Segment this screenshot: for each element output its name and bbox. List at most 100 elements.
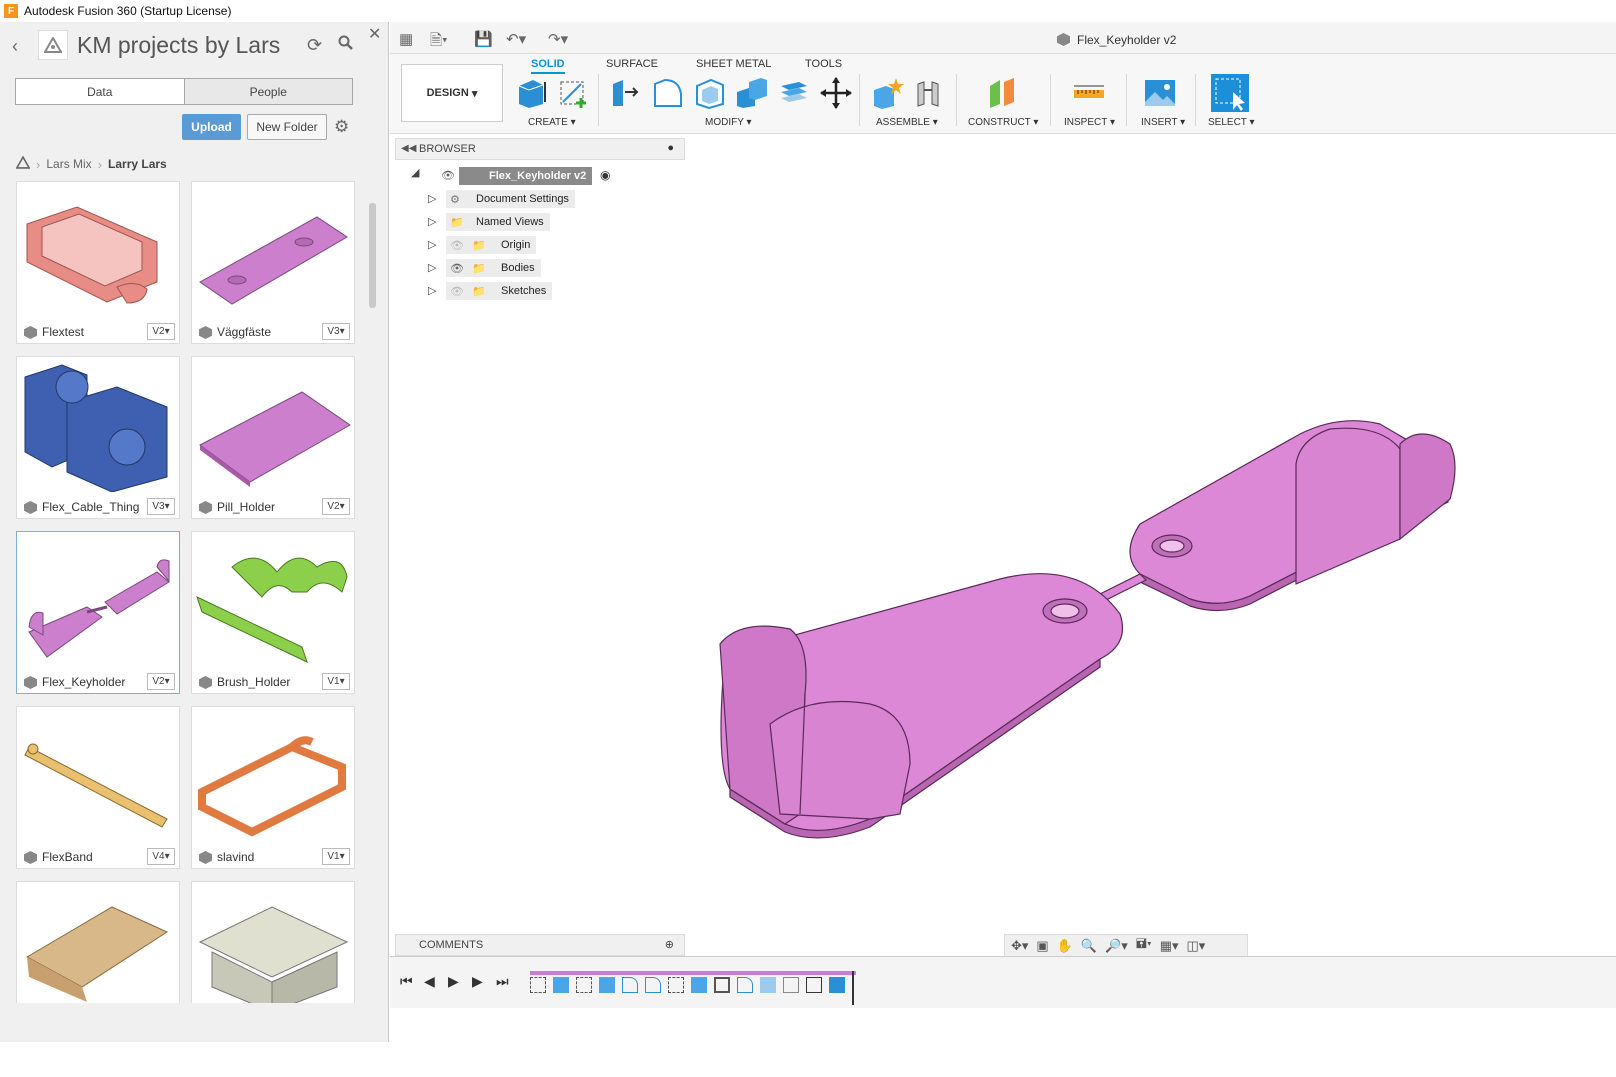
construct-group[interactable]: CONSTRUCT ▾	[968, 117, 1038, 128]
version-dropdown[interactable]: V1 ▾	[322, 848, 350, 865]
select-group[interactable]: SELECT ▾	[1208, 117, 1255, 128]
viewports-icon[interactable]: ◫▾	[1187, 938, 1206, 954]
tree-sketches[interactable]: 👁 📁 Sketches	[446, 282, 553, 300]
shell-icon[interactable]	[693, 76, 727, 110]
version-dropdown[interactable]: V1 ▾	[322, 673, 350, 690]
inspect-group[interactable]: INSPECT ▾	[1064, 117, 1115, 128]
file-card-selected[interactable]: Flex_Keyholder V2 ▾	[16, 531, 180, 694]
expand-triangle-icon[interactable]: ▷	[428, 215, 436, 228]
hidden-eye-icon[interactable]: 👁	[450, 239, 464, 252]
fillet-feature-icon[interactable]	[737, 977, 753, 993]
comments-panel[interactable]: COMMENTS ⊕	[395, 934, 685, 956]
version-dropdown[interactable]: V2 ▾	[147, 673, 175, 690]
activate-radio-icon[interactable]: ◉	[600, 168, 610, 182]
hub-home-icon[interactable]	[15, 155, 31, 172]
fillet-feature-icon[interactable]	[622, 977, 638, 993]
play-icon[interactable]: ▶	[448, 973, 459, 990]
tree-origin[interactable]: 👁 📁 Origin	[446, 236, 537, 254]
move-feature-icon[interactable]	[806, 977, 822, 993]
hub-icon[interactable]	[38, 30, 68, 60]
eye-icon[interactable]: 👁	[450, 262, 464, 275]
version-dropdown[interactable]: V2 ▾	[322, 498, 350, 515]
undo-icon[interactable]: ↶▾	[506, 30, 526, 48]
zoom-icon[interactable]: 🔍	[1081, 938, 1097, 954]
press-pull-icon[interactable]	[609, 76, 643, 110]
file-card[interactable]: slavind V1 ▾	[191, 706, 355, 869]
version-dropdown[interactable]: V4 ▾	[147, 848, 175, 865]
plane-feature-icon[interactable]	[760, 977, 776, 993]
tab-people[interactable]: People	[184, 79, 352, 104]
step-back-icon[interactable]: ◀	[424, 973, 435, 990]
tree-named-views[interactable]: 📁 Named Views	[446, 213, 550, 231]
look-at-icon[interactable]: ▣	[1036, 938, 1048, 954]
joint-feature-icon[interactable]	[783, 977, 799, 993]
search-icon[interactable]	[338, 35, 354, 56]
combine-feature-icon[interactable]	[829, 977, 845, 993]
pan-icon[interactable]: ✋	[1057, 938, 1073, 954]
assemble-group[interactable]: ASSEMBLE ▾	[876, 117, 938, 128]
workspace-dropdown[interactable]: DESIGN ▾	[401, 64, 503, 122]
tab-surface[interactable]: SURFACE	[606, 58, 658, 70]
measure-icon[interactable]	[1072, 76, 1106, 110]
file-card[interactable]: FlexBand V4 ▾	[16, 706, 180, 869]
go-to-end-icon[interactable]: ⏭	[496, 973, 509, 990]
eye-icon[interactable]: 👁	[441, 169, 455, 182]
tree-document-settings[interactable]: ⚙ Document Settings	[446, 190, 575, 208]
save-icon[interactable]: 💾	[474, 30, 493, 48]
keyholder-model[interactable]	[700, 314, 1470, 844]
redo-icon[interactable]: ↷▾	[548, 30, 568, 48]
version-dropdown[interactable]: V3 ▾	[322, 323, 350, 340]
create-sketch-icon[interactable]	[557, 76, 591, 110]
expand-triangle-icon[interactable]: ▷	[428, 261, 436, 274]
file-card[interactable]: Väggfäste V3 ▾	[191, 181, 355, 344]
grid-settings-icon[interactable]: ▦▾	[1160, 938, 1179, 954]
offset-face-icon[interactable]	[777, 76, 811, 110]
sketch-feature-icon[interactable]	[576, 977, 592, 993]
viewport-canvas[interactable]: ◀◀ BROWSER ● ◢ Flex_Keyholder v2 👁 ◉ ▷ ⚙…	[390, 134, 1616, 958]
orbit-icon[interactable]: ✥▾	[1011, 938, 1028, 954]
grid-menu-icon[interactable]: ▦	[399, 30, 413, 48]
insert-image-icon[interactable]	[1143, 76, 1177, 110]
joint-icon[interactable]	[912, 76, 946, 110]
upload-button[interactable]: Upload	[182, 114, 241, 140]
tab-sheet-metal[interactable]: SHEET METAL	[696, 58, 771, 70]
fit-icon[interactable]: 🔎▾	[1105, 938, 1128, 954]
file-card[interactable]: Flextest V2 ▾	[16, 181, 180, 344]
sketch-feature-icon[interactable]	[668, 977, 684, 993]
sketch-feature-icon[interactable]	[530, 977, 546, 993]
refresh-icon[interactable]: ⟳	[307, 35, 322, 56]
collapse-triangle-icon[interactable]: ◢	[411, 166, 419, 179]
file-menu-icon[interactable]: 🗎▾	[430, 30, 448, 55]
hidden-eye-icon[interactable]: 👁	[450, 285, 464, 298]
tab-data[interactable]: Data	[16, 79, 185, 104]
extrude-feature-icon[interactable]	[599, 977, 615, 993]
file-card[interactable]: Flex_Cable_Thing V3 ▾	[16, 356, 180, 519]
file-card[interactable]	[191, 881, 355, 1003]
root-component[interactable]: Flex_Keyholder v2	[459, 167, 593, 185]
minimize-icon[interactable]: ●	[667, 142, 674, 154]
version-dropdown[interactable]: V2 ▾	[147, 323, 175, 340]
extrude-feature-icon[interactable]	[553, 977, 569, 993]
file-card[interactable]	[16, 881, 180, 1003]
back-icon[interactable]: ‹	[12, 36, 18, 57]
shell-feature-icon[interactable]	[714, 977, 730, 993]
expand-triangle-icon[interactable]: ▷	[428, 284, 436, 297]
display-settings-icon[interactable]: 🖬▾	[1136, 935, 1152, 957]
select-icon[interactable]	[1211, 74, 1249, 112]
file-card[interactable]: Brush_Holder V1 ▾	[191, 531, 355, 694]
modify-group[interactable]: MODIFY ▾	[705, 117, 752, 128]
tab-solid[interactable]: SOLID	[531, 58, 565, 74]
extrude-icon[interactable]	[515, 76, 549, 110]
extrude-feature-icon[interactable]	[691, 977, 707, 993]
breadcrumb-item[interactable]: Lars Mix	[46, 157, 91, 171]
expand-triangle-icon[interactable]: ▷	[428, 238, 436, 251]
file-card[interactable]: Pill_Holder V2 ▾	[191, 356, 355, 519]
move-icon[interactable]	[819, 76, 853, 110]
create-group[interactable]: CREATE ▾	[528, 117, 576, 128]
tab-tools[interactable]: TOOLS	[805, 58, 842, 70]
close-icon[interactable]: ✕	[368, 24, 381, 44]
step-forward-icon[interactable]: ▶	[472, 973, 483, 990]
go-to-start-icon[interactable]: ⏮	[400, 973, 413, 990]
fillet-icon[interactable]	[651, 76, 685, 110]
collapse-icon[interactable]: ◀◀	[401, 143, 416, 154]
